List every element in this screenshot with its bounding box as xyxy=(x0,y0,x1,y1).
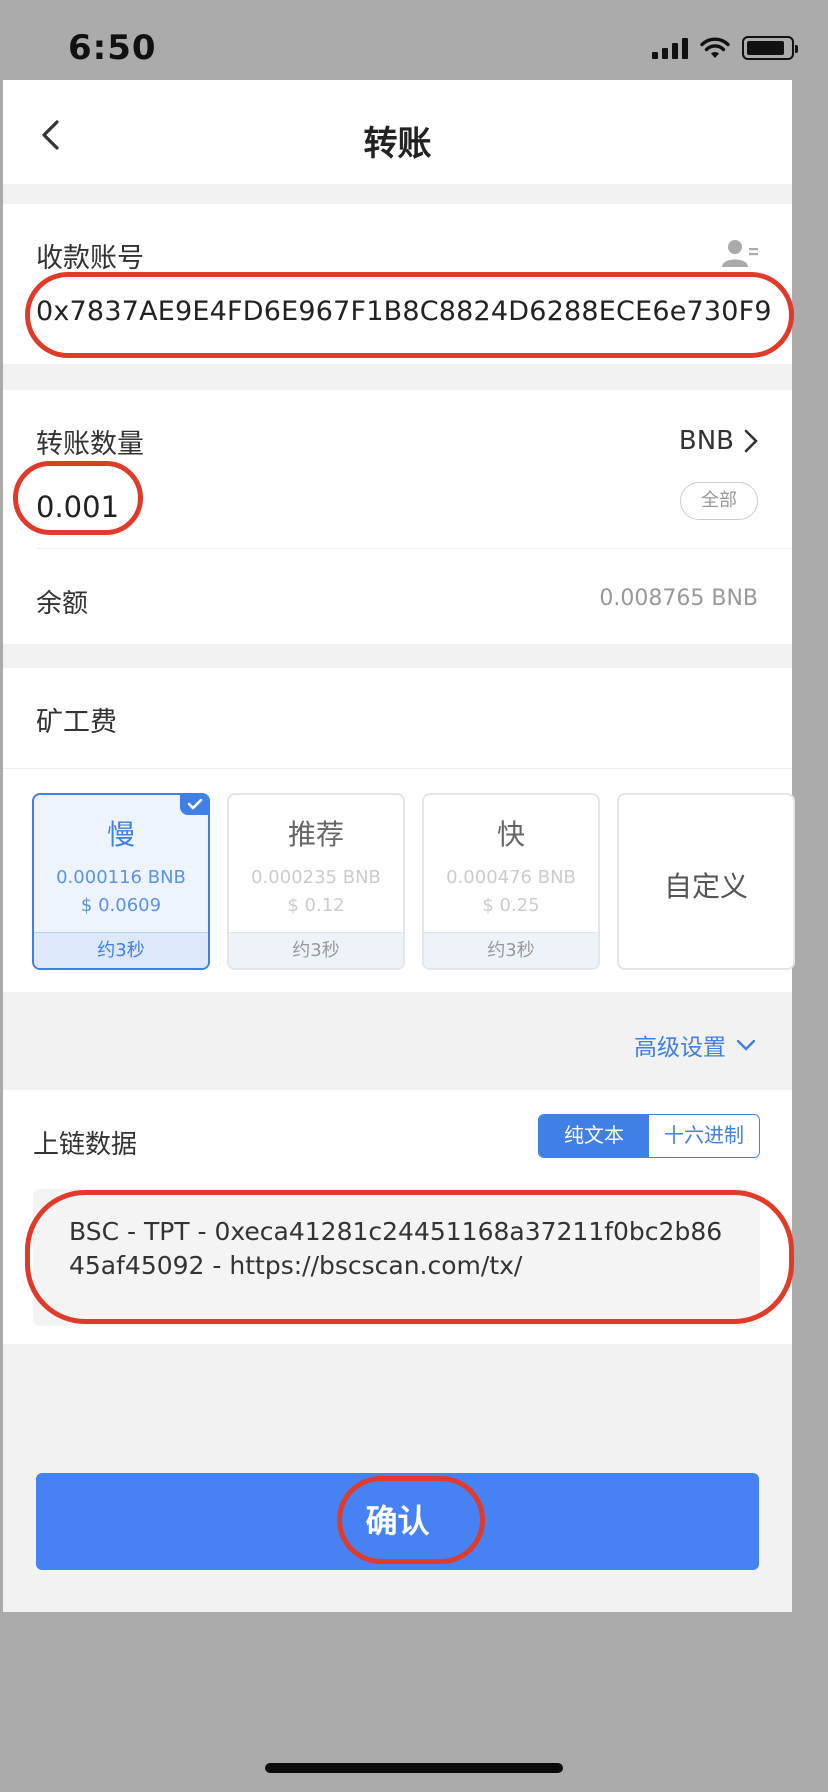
transfer-screen: 转账 收款账号 0x7837AE9E4FD6E967F1B8C8824D6288… xyxy=(3,80,795,1612)
amount-section: 转账数量 BNB 0.001 全部 余额 0.008765 BNB xyxy=(3,390,792,644)
home-indicator xyxy=(265,1763,563,1773)
fee-option-name: 推荐 xyxy=(287,818,344,851)
fee-option-recommended[interactable]: 推荐 0.000235 BNB $ 0.12 约3秒 xyxy=(227,793,405,970)
navigation-bar: 转账 xyxy=(3,80,792,184)
miner-fee-section: 矿工费 慢 0.000116 BNB $ 0.0609 约3秒 推荐 0.000… xyxy=(3,668,795,992)
token-symbol: BNB xyxy=(678,426,734,456)
divider xyxy=(36,548,792,549)
confirm-button[interactable]: 确认 xyxy=(36,1473,759,1570)
checkmark-icon xyxy=(180,795,208,815)
all-amount-button[interactable]: 全部 xyxy=(680,482,758,520)
fee-option-usd: $ 0.25 xyxy=(482,895,540,916)
cellular-signal-icon xyxy=(652,37,688,59)
chain-data-section: 上链数据 纯文本 十六进制 BSC - TPT - 0xeca41281c244… xyxy=(3,1090,792,1344)
divider xyxy=(3,768,792,769)
battery-icon xyxy=(742,36,798,60)
fee-option-bnb: 0.000235 BNB xyxy=(251,867,381,888)
hex-tab[interactable]: 十六进制 xyxy=(649,1115,759,1157)
fee-option-name: 快 xyxy=(496,818,525,851)
chevron-right-icon xyxy=(744,429,758,453)
status-bar: 6:50 xyxy=(0,0,828,80)
advanced-settings-label: 高级设置 xyxy=(634,1035,726,1061)
plain-text-tab[interactable]: 纯文本 xyxy=(539,1115,649,1157)
advanced-settings-toggle[interactable]: 高级设置 xyxy=(634,1028,756,1062)
chevron-down-icon xyxy=(736,1039,756,1051)
fee-option-slow[interactable]: 慢 0.000116 BNB $ 0.0609 约3秒 xyxy=(32,793,210,970)
fee-option-fast[interactable]: 快 0.000476 BNB $ 0.25 约3秒 xyxy=(422,793,600,970)
status-icons xyxy=(652,36,798,60)
data-format-toggle: 纯文本 十六进制 xyxy=(538,1114,760,1158)
fee-option-bnb: 0.000476 BNB xyxy=(446,867,576,888)
fee-option-time: 约3秒 xyxy=(229,932,403,968)
fee-option-custom-label: 自定义 xyxy=(663,870,748,903)
wifi-icon xyxy=(700,37,730,58)
fee-option-time: 约3秒 xyxy=(424,932,598,968)
fee-option-usd: $ 0.12 xyxy=(287,895,345,916)
fee-option-custom[interactable]: 自定义 xyxy=(617,793,795,970)
chain-data-input[interactable]: BSC - TPT - 0xeca41281c24451168a37211f0b… xyxy=(33,1189,760,1326)
fee-option-name: 慢 xyxy=(106,818,135,851)
recipient-label: 收款账号 xyxy=(36,243,144,274)
chain-data-label: 上链数据 xyxy=(33,1130,138,1160)
fee-option-usd: $ 0.0609 xyxy=(80,895,162,916)
balance-value: 0.008765 BNB xyxy=(599,586,758,611)
recipient-address-input[interactable]: 0x7837AE9E4FD6E967F1B8C8824D6288ECE6e730… xyxy=(36,296,772,327)
amount-input[interactable]: 0.001 xyxy=(36,490,119,524)
miner-fee-label: 矿工费 xyxy=(36,707,117,738)
status-time: 6:50 xyxy=(68,28,157,68)
address-book-icon[interactable] xyxy=(722,238,758,268)
fee-option-time: 约3秒 xyxy=(34,932,208,968)
amount-label: 转账数量 xyxy=(36,429,144,460)
page-title: 转账 xyxy=(363,124,432,164)
token-selector[interactable]: BNB xyxy=(679,426,758,456)
recipient-section: 收款账号 0x7837AE9E4FD6E967F1B8C8824D6288ECE… xyxy=(3,204,792,364)
fee-option-bnb: 0.000116 BNB xyxy=(56,867,186,888)
balance-label: 余额 xyxy=(36,589,89,619)
